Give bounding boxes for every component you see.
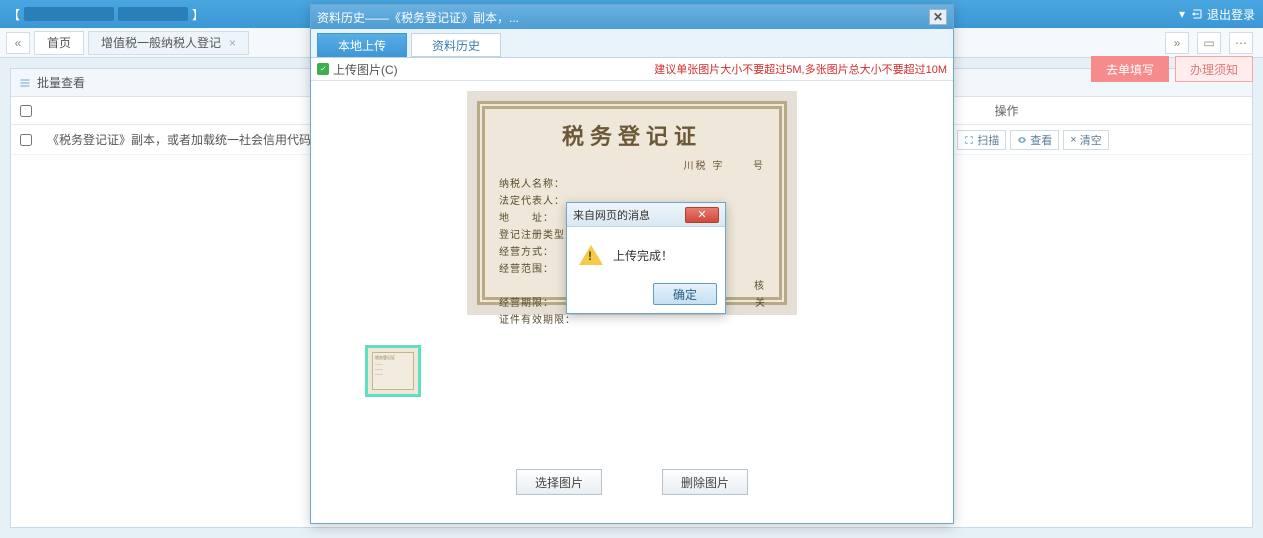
modal-tab-local-upload[interactable]: 本地上传	[317, 33, 407, 57]
tab-home[interactable]: 首页	[34, 31, 84, 55]
select-all-checkbox[interactable]	[20, 105, 32, 117]
scan-icon	[964, 135, 974, 145]
thumbnail-strip: 税务登记证——————	[325, 345, 939, 397]
logout-button[interactable]: 退出登录	[1191, 6, 1255, 23]
bracket: 】	[192, 6, 204, 23]
row-clear-button[interactable]: × 清空	[1063, 130, 1108, 150]
thumbnail-image: 税务登记证——————	[372, 352, 414, 390]
modal-tab-local-label: 本地上传	[338, 37, 386, 54]
alert-ok-button[interactable]: 确定	[653, 283, 717, 305]
alert-title-text: 来自网页的消息	[573, 207, 650, 223]
row-view-button[interactable]: 查看	[1010, 130, 1059, 150]
more-menu-button[interactable]: ⋯	[1229, 32, 1253, 54]
page-actions: 去单填写 办理须知	[1091, 56, 1253, 82]
alert-close-button[interactable]: ✕	[685, 207, 719, 223]
size-hint: 建议单张图片大小不要超过5M,多张图片总大小不要超过10M	[654, 61, 947, 77]
expand-toggle-icon[interactable]: ▾	[1179, 7, 1185, 21]
alert-body: 上传完成！	[567, 227, 725, 277]
header-mask-1	[24, 7, 114, 21]
header-left: 【 】	[8, 6, 204, 23]
row-clear-label: 清空	[1080, 132, 1102, 148]
header-mask-2	[118, 7, 188, 21]
clear-x-icon: ×	[1070, 134, 1076, 146]
choose-image-label: 选择图片	[535, 476, 583, 490]
tab-vat-label: 增值税一般纳税人登记	[101, 34, 221, 51]
row-scan-button[interactable]: 扫描	[957, 130, 1006, 150]
alert-footer: 确定	[567, 277, 725, 313]
guide-button[interactable]: 办理须知	[1175, 56, 1253, 82]
alert-titlebar: 来自网页的消息 ✕	[567, 203, 725, 227]
tab-vat-registration[interactable]: 增值税一般纳税人登记 ×	[88, 31, 249, 55]
tab-home-label: 首页	[47, 34, 71, 51]
thumbnail-selected[interactable]: 税务登记证——————	[365, 345, 421, 397]
row-scan-label: 扫描	[977, 132, 999, 148]
row-checkbox[interactable]	[20, 134, 32, 146]
nav-prev-button[interactable]: «	[6, 32, 30, 54]
logout-label: 退出登录	[1207, 6, 1255, 23]
tab-close-icon[interactable]: ×	[229, 36, 236, 50]
alert-ok-label: 确定	[673, 288, 697, 302]
upload-check-icon	[317, 63, 329, 75]
delete-image-label: 删除图片	[681, 476, 729, 490]
upload-image-button[interactable]: 上传图片(C)	[333, 61, 398, 78]
list-icon	[19, 77, 31, 89]
warning-icon	[579, 245, 603, 265]
modal-footer: 选择图片 删除图片	[325, 459, 939, 513]
cert-title: 税务登记证	[499, 119, 765, 151]
modal-tab-history-label: 资料历史	[432, 37, 480, 54]
modal-toolbar: 上传图片(C) 建议单张图片大小不要超过5M,多张图片总大小不要超过10M	[311, 57, 953, 81]
window-control-button[interactable]: ▭	[1197, 32, 1221, 54]
go-fill-button[interactable]: 去单填写	[1091, 56, 1169, 82]
nav-next-button[interactable]: »	[1165, 32, 1189, 54]
logout-icon	[1191, 8, 1203, 20]
modal-title-text: 资料历史——《税务登记证》副本，...	[317, 9, 519, 26]
header-right: ▾ 退出登录	[1179, 6, 1255, 23]
modal-close-button[interactable]: ✕	[929, 9, 947, 25]
modal-titlebar: 资料历史——《税务登记证》副本，... ✕	[311, 5, 953, 29]
bracket: 【	[8, 6, 20, 23]
choose-image-button[interactable]: 选择图片	[516, 469, 602, 495]
guide-label: 办理须知	[1190, 61, 1238, 78]
delete-image-button[interactable]: 删除图片	[662, 469, 748, 495]
cert-serial: 川税 字 号	[499, 157, 765, 172]
alert-message: 上传完成！	[613, 247, 673, 264]
go-fill-label: 去单填写	[1106, 61, 1154, 78]
modal-tab-history[interactable]: 资料历史	[411, 33, 501, 57]
alert-dialog: 来自网页的消息 ✕ 上传完成！ 确定	[566, 202, 726, 314]
row-view-label: 查看	[1030, 132, 1052, 148]
eye-icon	[1017, 135, 1027, 145]
panel-title: 批量查看	[37, 74, 85, 91]
modal-tabs: 本地上传 资料历史	[311, 29, 953, 57]
